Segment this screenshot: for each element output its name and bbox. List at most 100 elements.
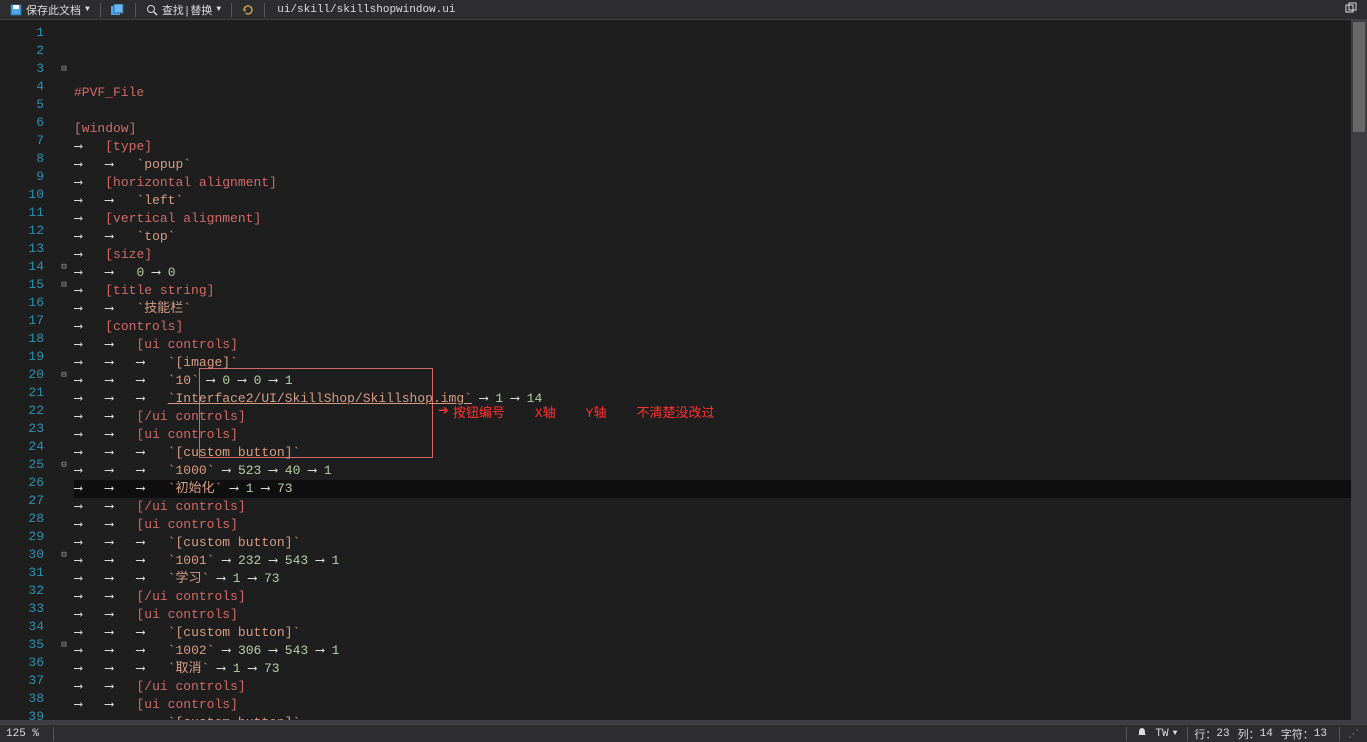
fold-toggle[interactable]: ⊟ — [54, 258, 74, 276]
separator — [53, 727, 54, 741]
line-number: 20 — [0, 366, 54, 384]
line-number: 32 — [0, 582, 54, 600]
code-line[interactable]: ⟶ ⟶ ⟶ `Interface2/UI/SkillShop/Skillshop… — [74, 390, 1367, 408]
code-area[interactable]: ➔ 按钮编号 X轴 Y轴 不清楚没改过 #PVF_File[window]⟶ [… — [74, 20, 1367, 724]
tool-button[interactable] — [236, 0, 260, 19]
fold-toggle — [54, 654, 74, 672]
editor: 1234567891011121314151617181920212223242… — [0, 20, 1367, 724]
save-all-button[interactable] — [105, 0, 131, 19]
code-line[interactable]: ⟶ [controls] — [74, 318, 1367, 336]
line-number: 38 — [0, 690, 54, 708]
fold-toggle[interactable]: ⊟ — [54, 546, 74, 564]
line-number: 24 — [0, 438, 54, 456]
dropdown-icon: ▼ — [85, 5, 90, 14]
code-line[interactable]: ⟶ ⟶ ⟶ `[custom button]` — [74, 444, 1367, 462]
code-line[interactable]: ⟶ [title string] — [74, 282, 1367, 300]
code-line[interactable]: ⟶ ⟶ [ui controls] — [74, 696, 1367, 714]
lang-indicator[interactable]: TW — [1151, 728, 1172, 740]
line-number: 28 — [0, 510, 54, 528]
line-number: 14 — [0, 258, 54, 276]
line-number: 36 — [0, 654, 54, 672]
col-value: 14 — [1260, 728, 1281, 740]
code-line[interactable]: ⟶ [size] — [74, 246, 1367, 264]
code-line[interactable]: ⟶ ⟶ ⟶ `1000` ⟶ 523 ⟶ 40 ⟶ 1 — [74, 462, 1367, 480]
line-number: 26 — [0, 474, 54, 492]
fold-toggle — [54, 690, 74, 708]
zoom-level[interactable]: 125 % — [6, 728, 47, 740]
vertical-scrollbar[interactable] — [1351, 20, 1367, 724]
scrollbar-thumb[interactable] — [1353, 22, 1365, 132]
code-line[interactable]: ⟶ ⟶ ⟶ `[custom button]` — [74, 624, 1367, 642]
line-number: 29 — [0, 528, 54, 546]
line-number: 18 — [0, 330, 54, 348]
code-line[interactable]: ⟶ ⟶ ⟶ `取消` ⟶ 1 ⟶ 73 — [74, 660, 1367, 678]
fold-toggle — [54, 96, 74, 114]
code-line[interactable]: ⟶ ⟶ `技能栏` — [74, 300, 1367, 318]
line-number: 9 — [0, 168, 54, 186]
bell-icon[interactable] — [1133, 727, 1151, 741]
code-line[interactable]: ⟶ ⟶ [/ui controls] — [74, 408, 1367, 426]
separator — [1339, 727, 1340, 741]
dropdown-icon: ▼ — [216, 5, 221, 14]
line-number: 34 — [0, 618, 54, 636]
code-line[interactable]: ⟶ ⟶ ⟶ `学习` ⟶ 1 ⟶ 73 — [74, 570, 1367, 588]
fold-toggle[interactable]: ⊟ — [54, 276, 74, 294]
code-line[interactable]: ⟶ [vertical alignment] — [74, 210, 1367, 228]
code-line[interactable]: ⟶ ⟶ [ui controls] — [74, 336, 1367, 354]
line-number: 19 — [0, 348, 54, 366]
fold-toggle — [54, 294, 74, 312]
fold-toggle — [54, 420, 74, 438]
line-number: 35 — [0, 636, 54, 654]
fold-toggle — [54, 600, 74, 618]
fold-toggle — [54, 528, 74, 546]
code-line[interactable]: ⟶ [horizontal alignment] — [74, 174, 1367, 192]
line-number: 11 — [0, 204, 54, 222]
chars-value: 13 — [1314, 728, 1333, 740]
fold-toggle — [54, 474, 74, 492]
code-line[interactable]: ⟶ [type] — [74, 138, 1367, 156]
code-line[interactable]: #PVF_File — [74, 84, 1367, 102]
code-line[interactable]: ⟶ ⟶ `top` — [74, 228, 1367, 246]
line-number: 5 — [0, 96, 54, 114]
fold-toggle[interactable]: ⊟ — [54, 366, 74, 384]
separator — [1187, 727, 1188, 741]
statusbar: 125 % TW ▼ 行： 23 列： 14 字符： 13 ⋰ — [0, 724, 1367, 742]
dropdown-icon: ▼ — [1173, 729, 1182, 738]
line-number-gutter: 1234567891011121314151617181920212223242… — [0, 20, 54, 724]
code-line[interactable]: ⟶ ⟶ ⟶ `1001` ⟶ 232 ⟶ 543 ⟶ 1 — [74, 552, 1367, 570]
line-number: 3 — [0, 60, 54, 78]
code-line[interactable]: ⟶ ⟶ [/ui controls] — [74, 498, 1367, 516]
line-number: 2 — [0, 42, 54, 60]
fold-toggle[interactable]: ⊟ — [54, 456, 74, 474]
fold-toggle — [54, 330, 74, 348]
save-button[interactable]: 保存此文档 ▼ — [4, 0, 96, 19]
find-replace-button[interactable]: 查找|替换 ▼ — [140, 0, 227, 19]
maximize-button[interactable] — [1339, 2, 1363, 18]
code-line[interactable]: ⟶ ⟶ [/ui controls] — [74, 588, 1367, 606]
code-line[interactable]: ⟶ ⟶ `left` — [74, 192, 1367, 210]
code-line[interactable]: ⟶ ⟶ ⟶ `初始化` ⟶ 1 ⟶ 73 — [74, 480, 1367, 498]
fold-toggle — [54, 114, 74, 132]
separator — [264, 3, 265, 17]
fold-toggle — [54, 438, 74, 456]
fold-toggle — [54, 168, 74, 186]
fold-toggle — [54, 510, 74, 528]
code-line[interactable]: ⟶ ⟶ ⟶ `[custom button]` — [74, 534, 1367, 552]
code-line[interactable]: ⟶ ⟶ 0 ⟶ 0 — [74, 264, 1367, 282]
fold-toggle[interactable]: ⊟ — [54, 636, 74, 654]
code-line[interactable]: ⟶ ⟶ [ui controls] — [74, 426, 1367, 444]
line-number: 27 — [0, 492, 54, 510]
code-line[interactable]: ⟶ ⟶ [ui controls] — [74, 606, 1367, 624]
separator — [135, 3, 136, 17]
code-line[interactable]: ⟶ ⟶ [ui controls] — [74, 516, 1367, 534]
code-line[interactable] — [74, 102, 1367, 120]
code-line[interactable]: [window] — [74, 120, 1367, 138]
fold-toggle[interactable]: ⊟ — [54, 60, 74, 78]
code-line[interactable]: ⟶ ⟶ ⟶ `10` ⟶ 0 ⟶ 0 ⟶ 1 — [74, 372, 1367, 390]
code-line[interactable]: ⟶ ⟶ `popup` — [74, 156, 1367, 174]
code-line[interactable]: ⟶ ⟶ ⟶ `[image]` — [74, 354, 1367, 372]
fold-toggle — [54, 204, 74, 222]
code-line[interactable]: ⟶ ⟶ [/ui controls] — [74, 678, 1367, 696]
code-line[interactable]: ⟶ ⟶ ⟶ `1002` ⟶ 306 ⟶ 543 ⟶ 1 — [74, 642, 1367, 660]
fold-toggle — [54, 348, 74, 366]
